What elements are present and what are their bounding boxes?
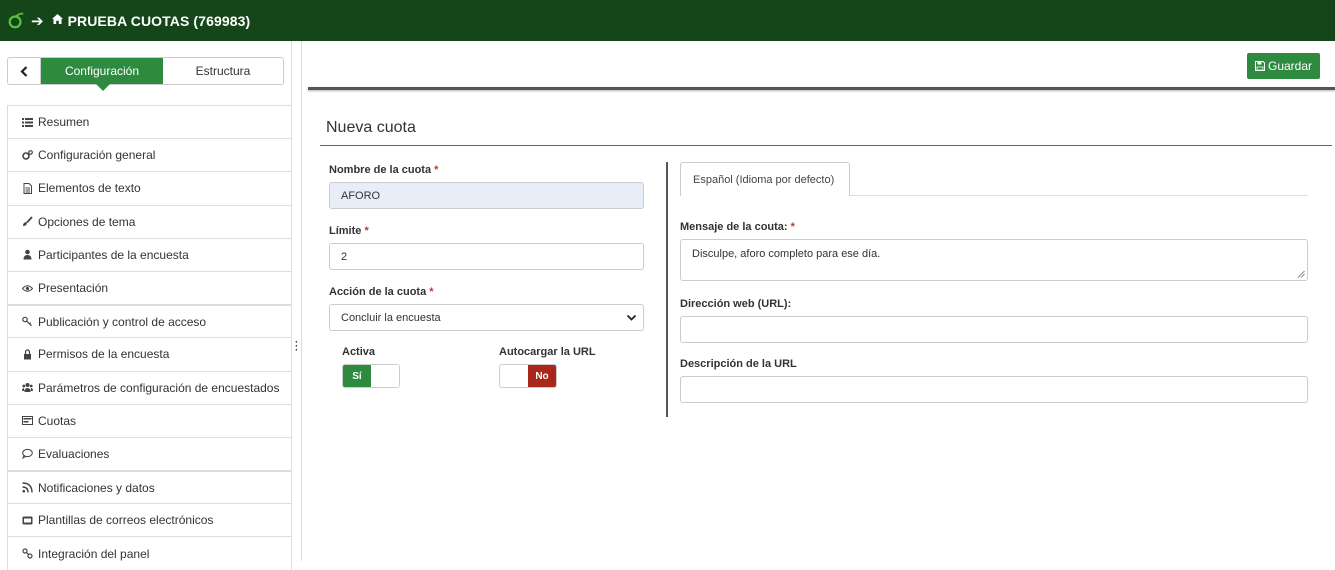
sidebar-item-label: Configuración general bbox=[38, 148, 156, 163]
resize-grip-icon[interactable] bbox=[1297, 270, 1305, 278]
eye-icon bbox=[20, 282, 34, 294]
top-bar: ➔ PRUEBA CUOTAS (769983) bbox=[0, 0, 1335, 41]
limit-label: Límite * bbox=[329, 225, 369, 237]
sidebar-item-evaluaciones[interactable]: Evaluaciones bbox=[7, 436, 292, 471]
chevron-left-icon bbox=[19, 65, 27, 77]
sidebar-item-permisos[interactable]: Permisos de la encuesta bbox=[7, 337, 292, 371]
sidebar-item-label: Participantes de la encuesta bbox=[38, 247, 189, 262]
url-input[interactable] bbox=[680, 316, 1308, 343]
key-icon bbox=[20, 316, 34, 328]
autoload-toggle-on[interactable] bbox=[500, 365, 528, 387]
email-template-icon bbox=[20, 514, 34, 526]
sidebar-item-elementos-texto[interactable]: Elementos de texto bbox=[7, 171, 292, 205]
sidebar-resize-handle[interactable]: · · · bbox=[291, 41, 302, 561]
sidebar-item-label: Plantillas de correos electrónicos bbox=[38, 513, 214, 528]
url-label: Dirección web (URL): bbox=[680, 298, 792, 310]
quota-icon bbox=[20, 415, 34, 427]
url-description-input[interactable] bbox=[680, 376, 1308, 403]
sidebar-item-presentacion[interactable]: Presentación bbox=[7, 270, 292, 305]
sidebar-item-resumen[interactable]: Resumen bbox=[7, 105, 292, 139]
sidebar-menu: Resumen Configuración general Elementos … bbox=[7, 105, 292, 570]
sidebar-item-notificaciones[interactable]: Notificaciones y datos bbox=[7, 470, 292, 504]
sidebar-item-plantillas-correo[interactable]: Plantillas de correos electrónicos bbox=[7, 503, 292, 537]
sidebar-item-label: Parámetros de configuración de encuestad… bbox=[38, 380, 280, 395]
page-title: Nueva cuota bbox=[326, 119, 416, 136]
sidebar-item-label: Cuotas bbox=[38, 413, 77, 428]
active-toggle-off[interactable] bbox=[371, 365, 399, 387]
collapse-sidebar-button[interactable] bbox=[8, 58, 41, 84]
active-toggle[interactable]: Sí bbox=[342, 364, 400, 388]
paintbrush-icon bbox=[20, 216, 34, 228]
sidebar-tabbar: Configuración Estructura bbox=[7, 57, 284, 91]
sidebar-item-label: Elementos de texto bbox=[38, 181, 141, 196]
url-description-label: Descripción de la URL bbox=[680, 358, 797, 370]
save-button[interactable]: Guardar bbox=[1247, 53, 1320, 79]
quota-action-label: Acción de la cuota * bbox=[329, 286, 434, 298]
sidebar-item-label: Publicación y control de acceso bbox=[38, 314, 207, 329]
required-mark: * bbox=[790, 221, 795, 233]
home-icon[interactable] bbox=[51, 12, 64, 30]
quota-message-value: Disculpe, aforo completo para ese día. bbox=[692, 248, 881, 260]
sidebar-item-participantes[interactable]: Participantes de la encuesta bbox=[7, 237, 292, 271]
lock-icon bbox=[20, 348, 34, 360]
quota-name-label: Nombre de la cuota * bbox=[329, 164, 439, 176]
required-mark: * bbox=[364, 225, 369, 237]
sidebar-item-label: Integración del panel bbox=[38, 546, 150, 561]
language-tabs-divider bbox=[850, 195, 1308, 196]
sidebar-item-integracion-panel[interactable]: Integración del panel bbox=[7, 536, 292, 570]
sidebar-item-cuotas[interactable]: Cuotas bbox=[7, 403, 292, 437]
file-text-icon bbox=[20, 182, 34, 194]
sidebar-item-label: Evaluaciones bbox=[38, 446, 110, 461]
quota-message-textarea[interactable]: Disculpe, aforo completo para ese día. bbox=[680, 239, 1308, 281]
autoload-url-label: Autocargar la URL bbox=[499, 346, 596, 358]
sidebar-item-label: Notificaciones y datos bbox=[38, 480, 155, 495]
sidebar-item-configuracion-general[interactable]: Configuración general bbox=[7, 138, 292, 172]
save-icon bbox=[1254, 61, 1265, 71]
rss-icon bbox=[20, 482, 34, 494]
sidebar-item-parametros-encuestados[interactable]: Parámetros de configuración de encuestad… bbox=[7, 370, 292, 404]
limit-input[interactable]: 2 bbox=[329, 243, 644, 270]
list-icon bbox=[20, 116, 34, 128]
toolbar-divider bbox=[308, 87, 1335, 90]
quota-action-select[interactable]: Concluir la encuesta bbox=[329, 304, 644, 331]
sidebar-item-label: Resumen bbox=[38, 115, 90, 130]
limesurvey-logo-icon[interactable] bbox=[7, 12, 25, 30]
quota-message-label: Mensaje de la couta: * bbox=[680, 221, 795, 233]
drag-handle-icon[interactable]: · · · bbox=[295, 338, 298, 356]
sidebar-item-label: Opciones de tema bbox=[38, 214, 136, 229]
user-icon bbox=[20, 249, 34, 261]
autoload-toggle-off[interactable]: No bbox=[528, 365, 556, 387]
autoload-url-toggle[interactable]: No bbox=[499, 364, 557, 388]
required-mark: * bbox=[429, 286, 434, 298]
quota-action-value: Concluir la encuesta bbox=[341, 311, 441, 324]
cogs-icon bbox=[20, 149, 34, 161]
tab-configuration[interactable]: Configuración bbox=[41, 58, 163, 91]
column-divider bbox=[666, 162, 668, 417]
quota-name-input[interactable]: AFORO bbox=[329, 182, 644, 209]
link-icon bbox=[20, 548, 34, 560]
arrow-right-icon: ➔ bbox=[31, 12, 44, 30]
required-mark: * bbox=[434, 164, 439, 176]
sidebar-item-publicacion[interactable]: Publicación y control de acceso bbox=[7, 304, 292, 338]
sidebar-item-opciones-tema[interactable]: Opciones de tema bbox=[7, 204, 292, 238]
active-label: Activa bbox=[342, 346, 376, 358]
save-button-label: Guardar bbox=[1267, 59, 1313, 73]
tab-language-es[interactable]: Español (Idioma por defecto) bbox=[680, 162, 850, 196]
survey-title[interactable]: PRUEBA CUOTAS (769983) bbox=[68, 13, 251, 29]
comment-icon bbox=[20, 448, 34, 460]
users-icon bbox=[20, 382, 34, 394]
chevron-down-icon bbox=[626, 314, 637, 321]
active-toggle-on[interactable]: Sí bbox=[343, 365, 371, 387]
tab-structure[interactable]: Estructura bbox=[163, 58, 283, 84]
sidebar-item-label: Presentación bbox=[38, 281, 109, 296]
sidebar-item-label: Permisos de la encuesta bbox=[38, 347, 170, 362]
sidebar: Configuración Estructura Resumen Configu… bbox=[0, 41, 292, 570]
title-divider bbox=[320, 145, 1332, 146]
